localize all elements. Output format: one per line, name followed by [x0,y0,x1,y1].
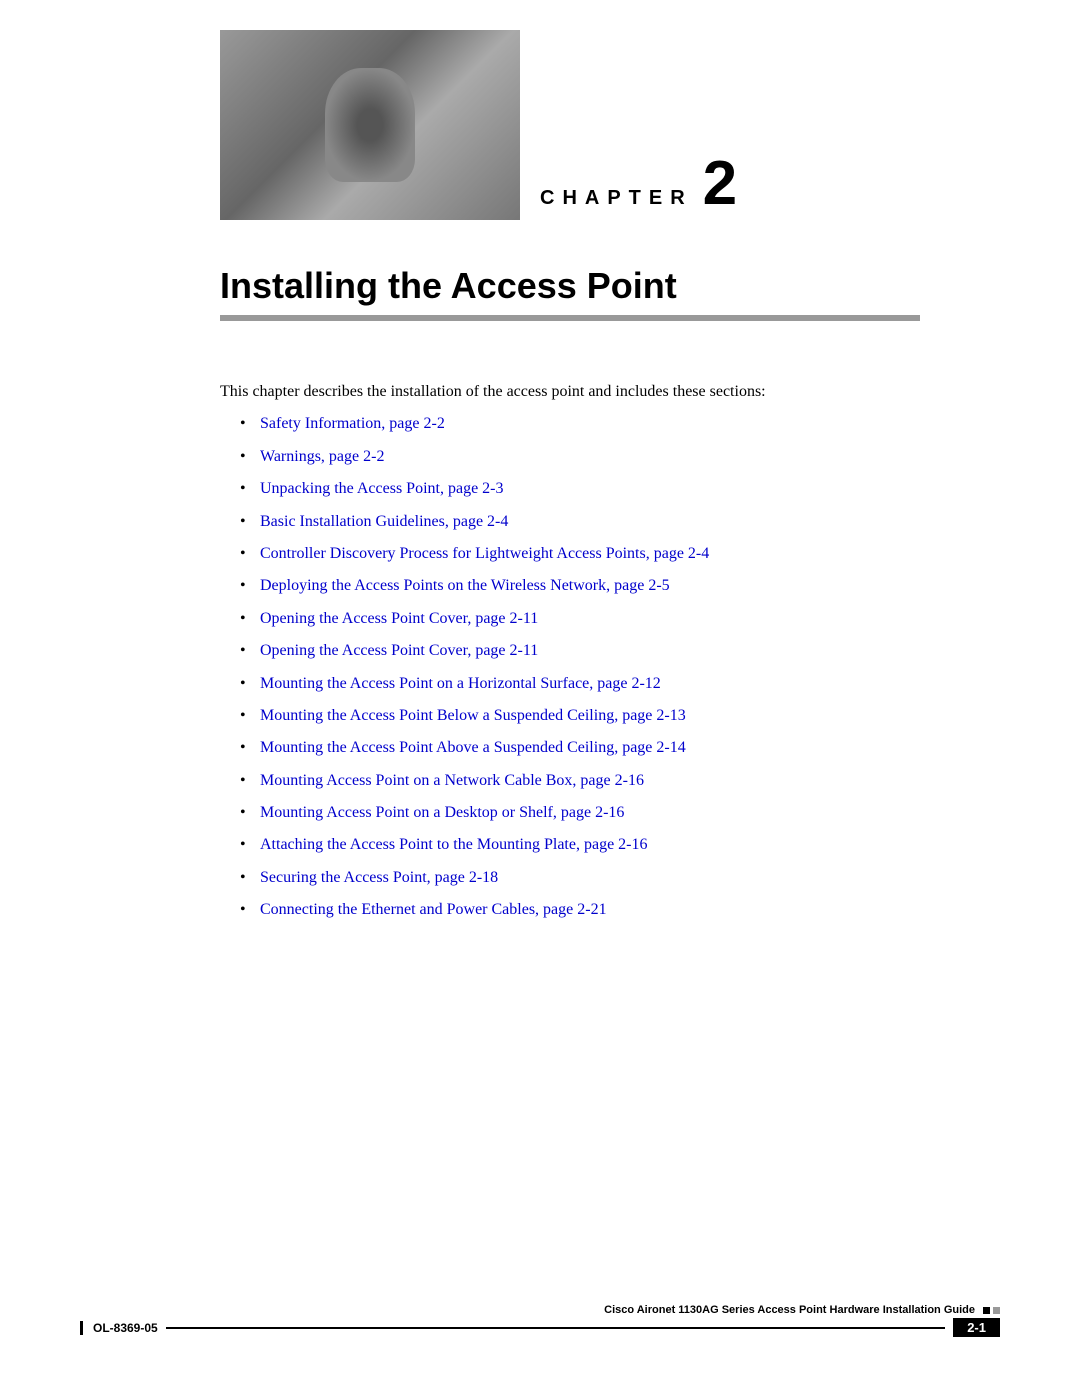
section-link[interactable]: Warnings, page 2-2 [260,448,384,465]
intro-text: This chapter describes the installation … [220,381,920,403]
chapter-label-block: CHAPTER 2 [540,153,737,220]
section-link[interactable]: Safety Information, page 2-2 [260,415,445,432]
section-link[interactable]: Attaching the Access Point to the Mounti… [260,836,648,853]
footer-top: Cisco Aironet 1130AG Series Access Point… [80,1304,1000,1316]
section-link-list: Safety Information, page 2-2 Warnings, p… [240,413,920,921]
section-link[interactable]: Unpacking the Access Point, page 2-3 [260,480,504,497]
list-item: Mounting the Access Point Below a Suspen… [240,705,920,727]
title-section: Installing the Access Point [220,265,920,321]
section-link[interactable]: Mounting the Access Point Above a Suspen… [260,739,686,756]
section-link[interactable]: Mounting Access Point on a Desktop or Sh… [260,804,624,821]
list-item: Opening the Access Point Cover, page 2-1… [240,608,920,630]
list-item: Mounting the Access Point on a Horizonta… [240,673,920,695]
list-item: Attaching the Access Point to the Mounti… [240,834,920,856]
list-item: Mounting Access Point on a Network Cable… [240,770,920,792]
section-link[interactable]: Controller Discovery Process for Lightwe… [260,545,709,562]
footer-squares [983,1307,1000,1314]
list-item: Connecting the Ethernet and Power Cables… [240,899,920,921]
list-item: Mounting Access Point on a Desktop or Sh… [240,802,920,824]
title-rule [220,315,920,321]
list-item: Unpacking the Access Point, page 2-3 [240,478,920,500]
list-item: Controller Discovery Process for Lightwe… [240,543,920,565]
section-link[interactable]: Basic Installation Guidelines, page 2-4 [260,513,508,530]
footer-bottom: OL-8369-05 2-1 [80,1318,1000,1337]
list-item: Mounting the Access Point Above a Suspen… [240,737,920,759]
square-icon [993,1307,1000,1314]
list-item: Deploying the Access Points on the Wirel… [240,575,920,597]
section-link[interactable]: Mounting the Access Point Below a Suspen… [260,707,686,724]
section-link[interactable]: Opening the Access Point Cover, page 2-1… [260,642,538,659]
chapter-header: CHAPTER 2 [80,0,1000,220]
section-link[interactable]: Mounting Access Point on a Network Cable… [260,772,644,789]
chapter-photo [220,30,520,220]
page-footer: Cisco Aironet 1130AG Series Access Point… [80,1304,1000,1337]
footer-line [166,1327,946,1329]
page-number: 2-1 [953,1318,1000,1337]
section-link[interactable]: Opening the Access Point Cover, page 2-1… [260,610,538,627]
chapter-label: CHAPTER [540,187,693,210]
list-item: Securing the Access Point, page 2-18 [240,867,920,889]
section-link[interactable]: Connecting the Ethernet and Power Cables… [260,901,607,918]
section-link[interactable]: Mounting the Access Point on a Horizonta… [260,675,661,692]
list-item: Opening the Access Point Cover, page 2-1… [240,640,920,662]
chapter-title: Installing the Access Point [220,265,920,315]
square-icon [983,1307,990,1314]
section-link[interactable]: Deploying the Access Points on the Wirel… [260,577,670,594]
chapter-number: 2 [703,153,737,215]
footer-doc-id: OL-8369-05 [80,1321,158,1335]
footer-doc-title: Cisco Aironet 1130AG Series Access Point… [604,1304,983,1316]
list-item: Basic Installation Guidelines, page 2-4 [240,511,920,533]
list-item: Safety Information, page 2-2 [240,413,920,435]
list-item: Warnings, page 2-2 [240,446,920,468]
section-link[interactable]: Securing the Access Point, page 2-18 [260,869,498,886]
